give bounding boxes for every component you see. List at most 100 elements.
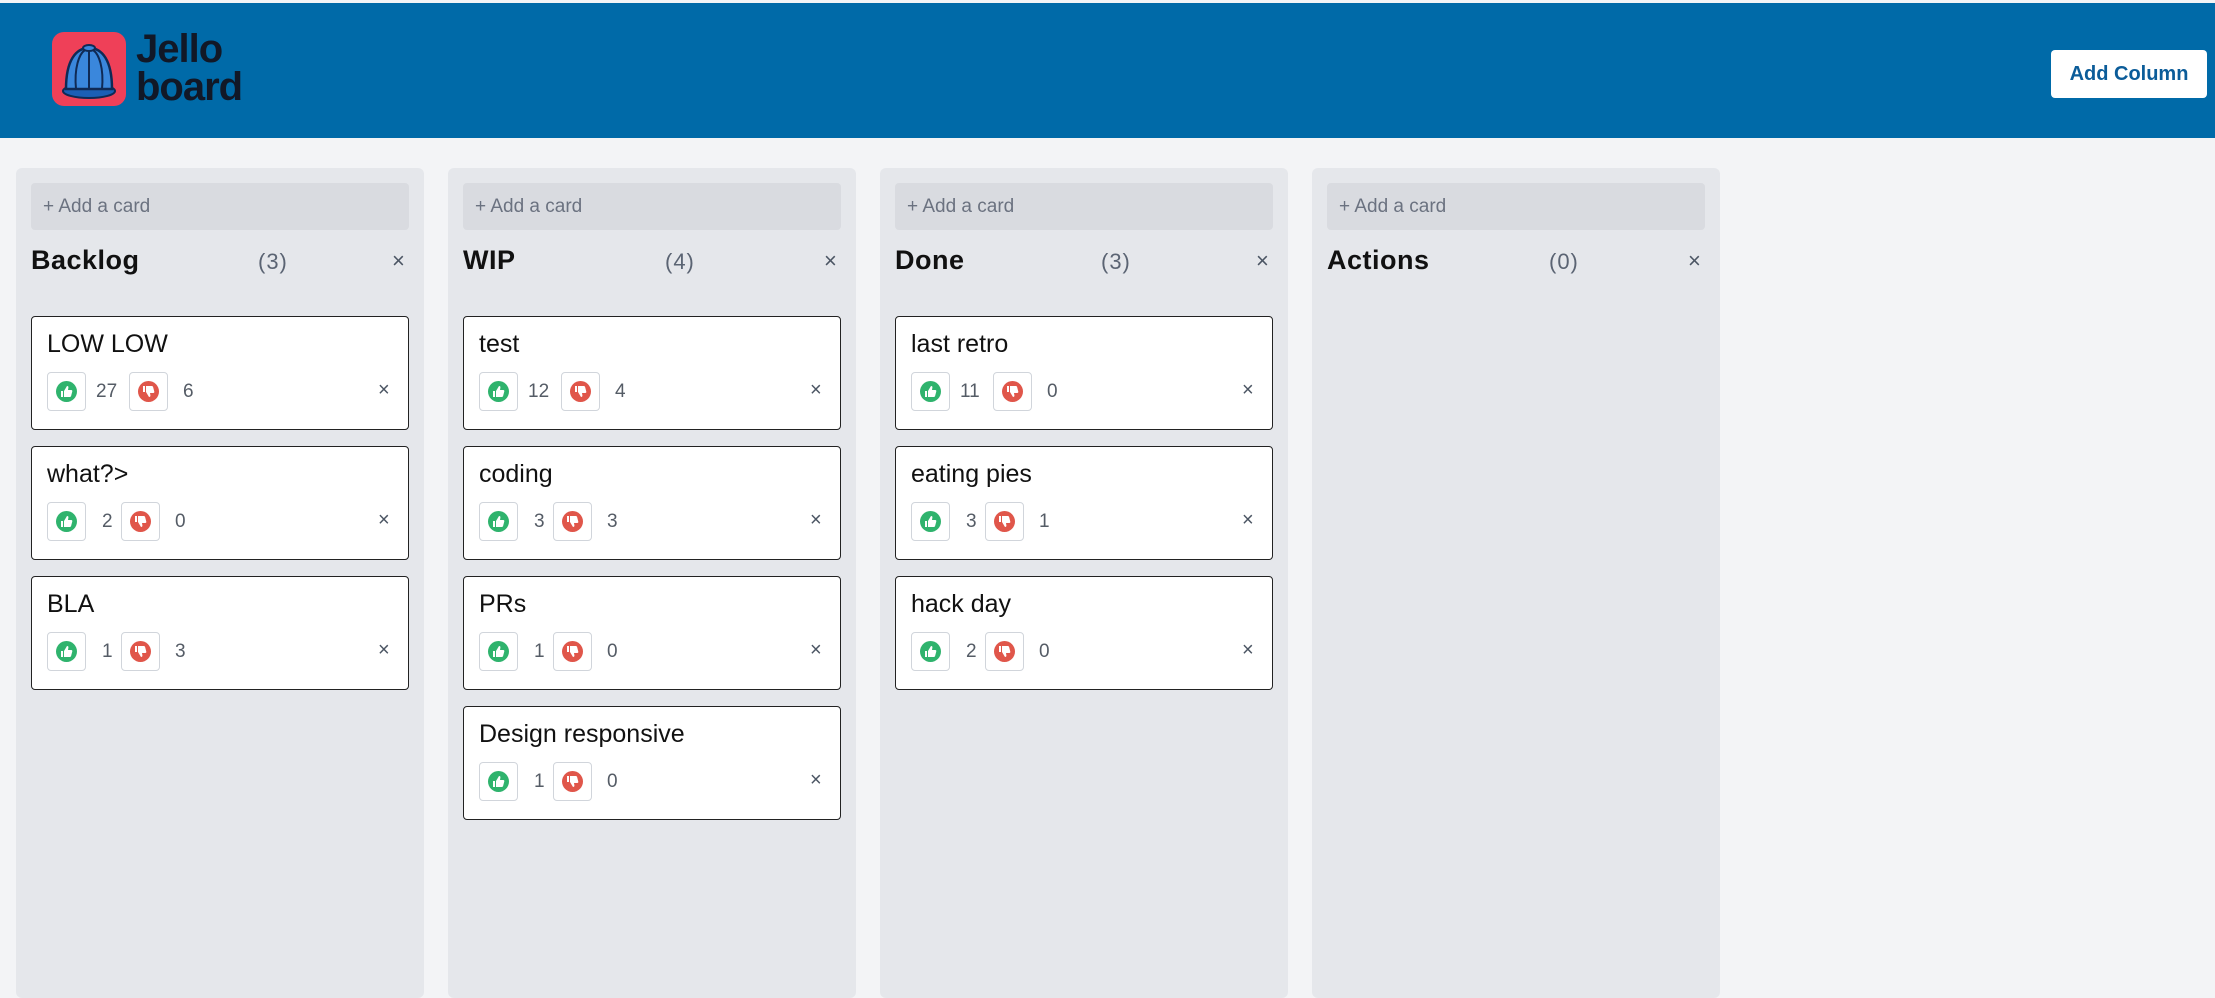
thumbs-down-icon	[562, 771, 583, 792]
card[interactable]: LOW LOW 27 6 ×	[31, 316, 409, 430]
close-icon[interactable]: ×	[810, 509, 822, 532]
upvote-count: 27	[96, 381, 118, 402]
downvote-button[interactable]	[985, 632, 1024, 671]
card-title[interactable]: LOW LOW	[47, 330, 168, 359]
close-icon[interactable]: ×	[378, 639, 390, 662]
downvote-count: 3	[175, 641, 186, 662]
thumbs-down-icon	[994, 511, 1015, 532]
column-actions: + Add a card Actions (0) ×	[1312, 168, 1720, 998]
downvote-button[interactable]	[553, 762, 592, 801]
column-backlog: + Add a card Backlog (3) × LOW LOW 27 6 × w…	[16, 168, 424, 998]
thumbs-up-icon	[920, 511, 941, 532]
add-card-input[interactable]: + Add a card	[1327, 183, 1705, 230]
add-column-button[interactable]: Add Column	[2051, 50, 2207, 98]
logo-word-board: board	[136, 65, 243, 109]
upvote-count: 3	[966, 511, 977, 532]
close-icon[interactable]: ×	[1256, 248, 1269, 274]
upvote-count: 3	[534, 511, 545, 532]
card-title[interactable]: coding	[479, 460, 553, 489]
upvote-button[interactable]	[47, 632, 86, 671]
column-card-count: (3)	[258, 249, 288, 274]
add-card-input[interactable]: + Add a card	[31, 183, 409, 230]
add-card-input[interactable]: + Add a card	[463, 183, 841, 230]
upvote-count: 2	[102, 511, 113, 532]
card[interactable]: PRs 1 0 ×	[463, 576, 841, 690]
card[interactable]: what?> 2 0 ×	[31, 446, 409, 560]
thumbs-down-icon	[562, 641, 583, 662]
card-title[interactable]: hack day	[911, 590, 1011, 619]
card[interactable]: test 12 4 ×	[463, 316, 841, 430]
close-icon[interactable]: ×	[1242, 639, 1254, 662]
column-title[interactable]: WIP	[463, 245, 516, 276]
close-icon[interactable]: ×	[392, 248, 405, 274]
close-icon[interactable]: ×	[1242, 379, 1254, 402]
upvote-button[interactable]	[911, 502, 950, 541]
card-title[interactable]: PRs	[479, 590, 526, 619]
downvote-button[interactable]	[553, 502, 592, 541]
upvote-button[interactable]	[47, 372, 86, 411]
downvote-count: 4	[615, 381, 626, 402]
column-title[interactable]: Backlog	[31, 245, 140, 276]
upvote-button[interactable]	[479, 762, 518, 801]
upvote-button[interactable]	[479, 372, 518, 411]
add-card-input[interactable]: + Add a card	[895, 183, 1273, 230]
close-icon[interactable]: ×	[810, 379, 822, 402]
card-title[interactable]: last retro	[911, 330, 1008, 359]
thumbs-down-icon	[138, 381, 159, 402]
upvote-button[interactable]	[911, 372, 950, 411]
thumbs-up-icon	[920, 381, 941, 402]
downvote-button[interactable]	[121, 632, 160, 671]
app-logo[interactable]: Jello board	[52, 27, 243, 109]
card-title[interactable]: what?>	[47, 460, 128, 489]
upvote-count: 12	[528, 381, 550, 402]
thumbs-up-icon	[56, 381, 77, 402]
downvote-count: 0	[175, 511, 186, 532]
upvote-button[interactable]	[47, 502, 86, 541]
card-title[interactable]: test	[479, 330, 519, 359]
thumbs-up-icon	[488, 381, 509, 402]
upvote-count: 1	[534, 771, 545, 792]
column-card-count: (3)	[1101, 249, 1131, 274]
card[interactable]: eating pies 3 1 ×	[895, 446, 1273, 560]
thumbs-down-icon	[130, 641, 151, 662]
card[interactable]: last retro 11 0 ×	[895, 316, 1273, 430]
card[interactable]: BLA 1 3 ×	[31, 576, 409, 690]
upvote-button[interactable]	[479, 502, 518, 541]
downvote-count: 6	[183, 381, 194, 402]
upvote-count: 1	[534, 641, 545, 662]
thumbs-up-icon	[920, 641, 941, 662]
upvote-count: 11	[960, 381, 980, 402]
logo-word-jello: Jello	[136, 27, 223, 71]
thumbs-down-icon	[994, 641, 1015, 662]
downvote-count: 0	[607, 641, 618, 662]
downvote-button[interactable]	[121, 502, 160, 541]
close-icon[interactable]: ×	[378, 379, 390, 402]
close-icon[interactable]: ×	[810, 769, 822, 792]
upvote-count: 2	[966, 641, 977, 662]
upvote-button[interactable]	[911, 632, 950, 671]
card[interactable]: hack day 2 0 ×	[895, 576, 1273, 690]
card[interactable]: coding 3 3 ×	[463, 446, 841, 560]
downvote-button[interactable]	[985, 502, 1024, 541]
close-icon[interactable]: ×	[824, 248, 837, 274]
close-icon[interactable]: ×	[810, 639, 822, 662]
card-title[interactable]: BLA	[47, 590, 94, 619]
thumbs-up-icon	[56, 641, 77, 662]
downvote-count: 0	[1039, 641, 1050, 662]
downvote-button[interactable]	[561, 372, 600, 411]
close-icon[interactable]: ×	[1688, 248, 1701, 274]
downvote-button[interactable]	[993, 372, 1032, 411]
upvote-button[interactable]	[479, 632, 518, 671]
downvote-button[interactable]	[553, 632, 592, 671]
downvote-button[interactable]	[129, 372, 168, 411]
card[interactable]: Design responsive 1 0 ×	[463, 706, 841, 820]
thumbs-down-icon	[130, 511, 151, 532]
card-title[interactable]: Design responsive	[479, 720, 685, 749]
column-title[interactable]: Actions	[1327, 245, 1430, 276]
close-icon[interactable]: ×	[378, 509, 390, 532]
downvote-count: 1	[1039, 511, 1050, 532]
column-title[interactable]: Done	[895, 245, 965, 276]
close-icon[interactable]: ×	[1242, 509, 1254, 532]
app-header: Jello board Add Column	[0, 3, 2215, 138]
card-title[interactable]: eating pies	[911, 460, 1032, 489]
